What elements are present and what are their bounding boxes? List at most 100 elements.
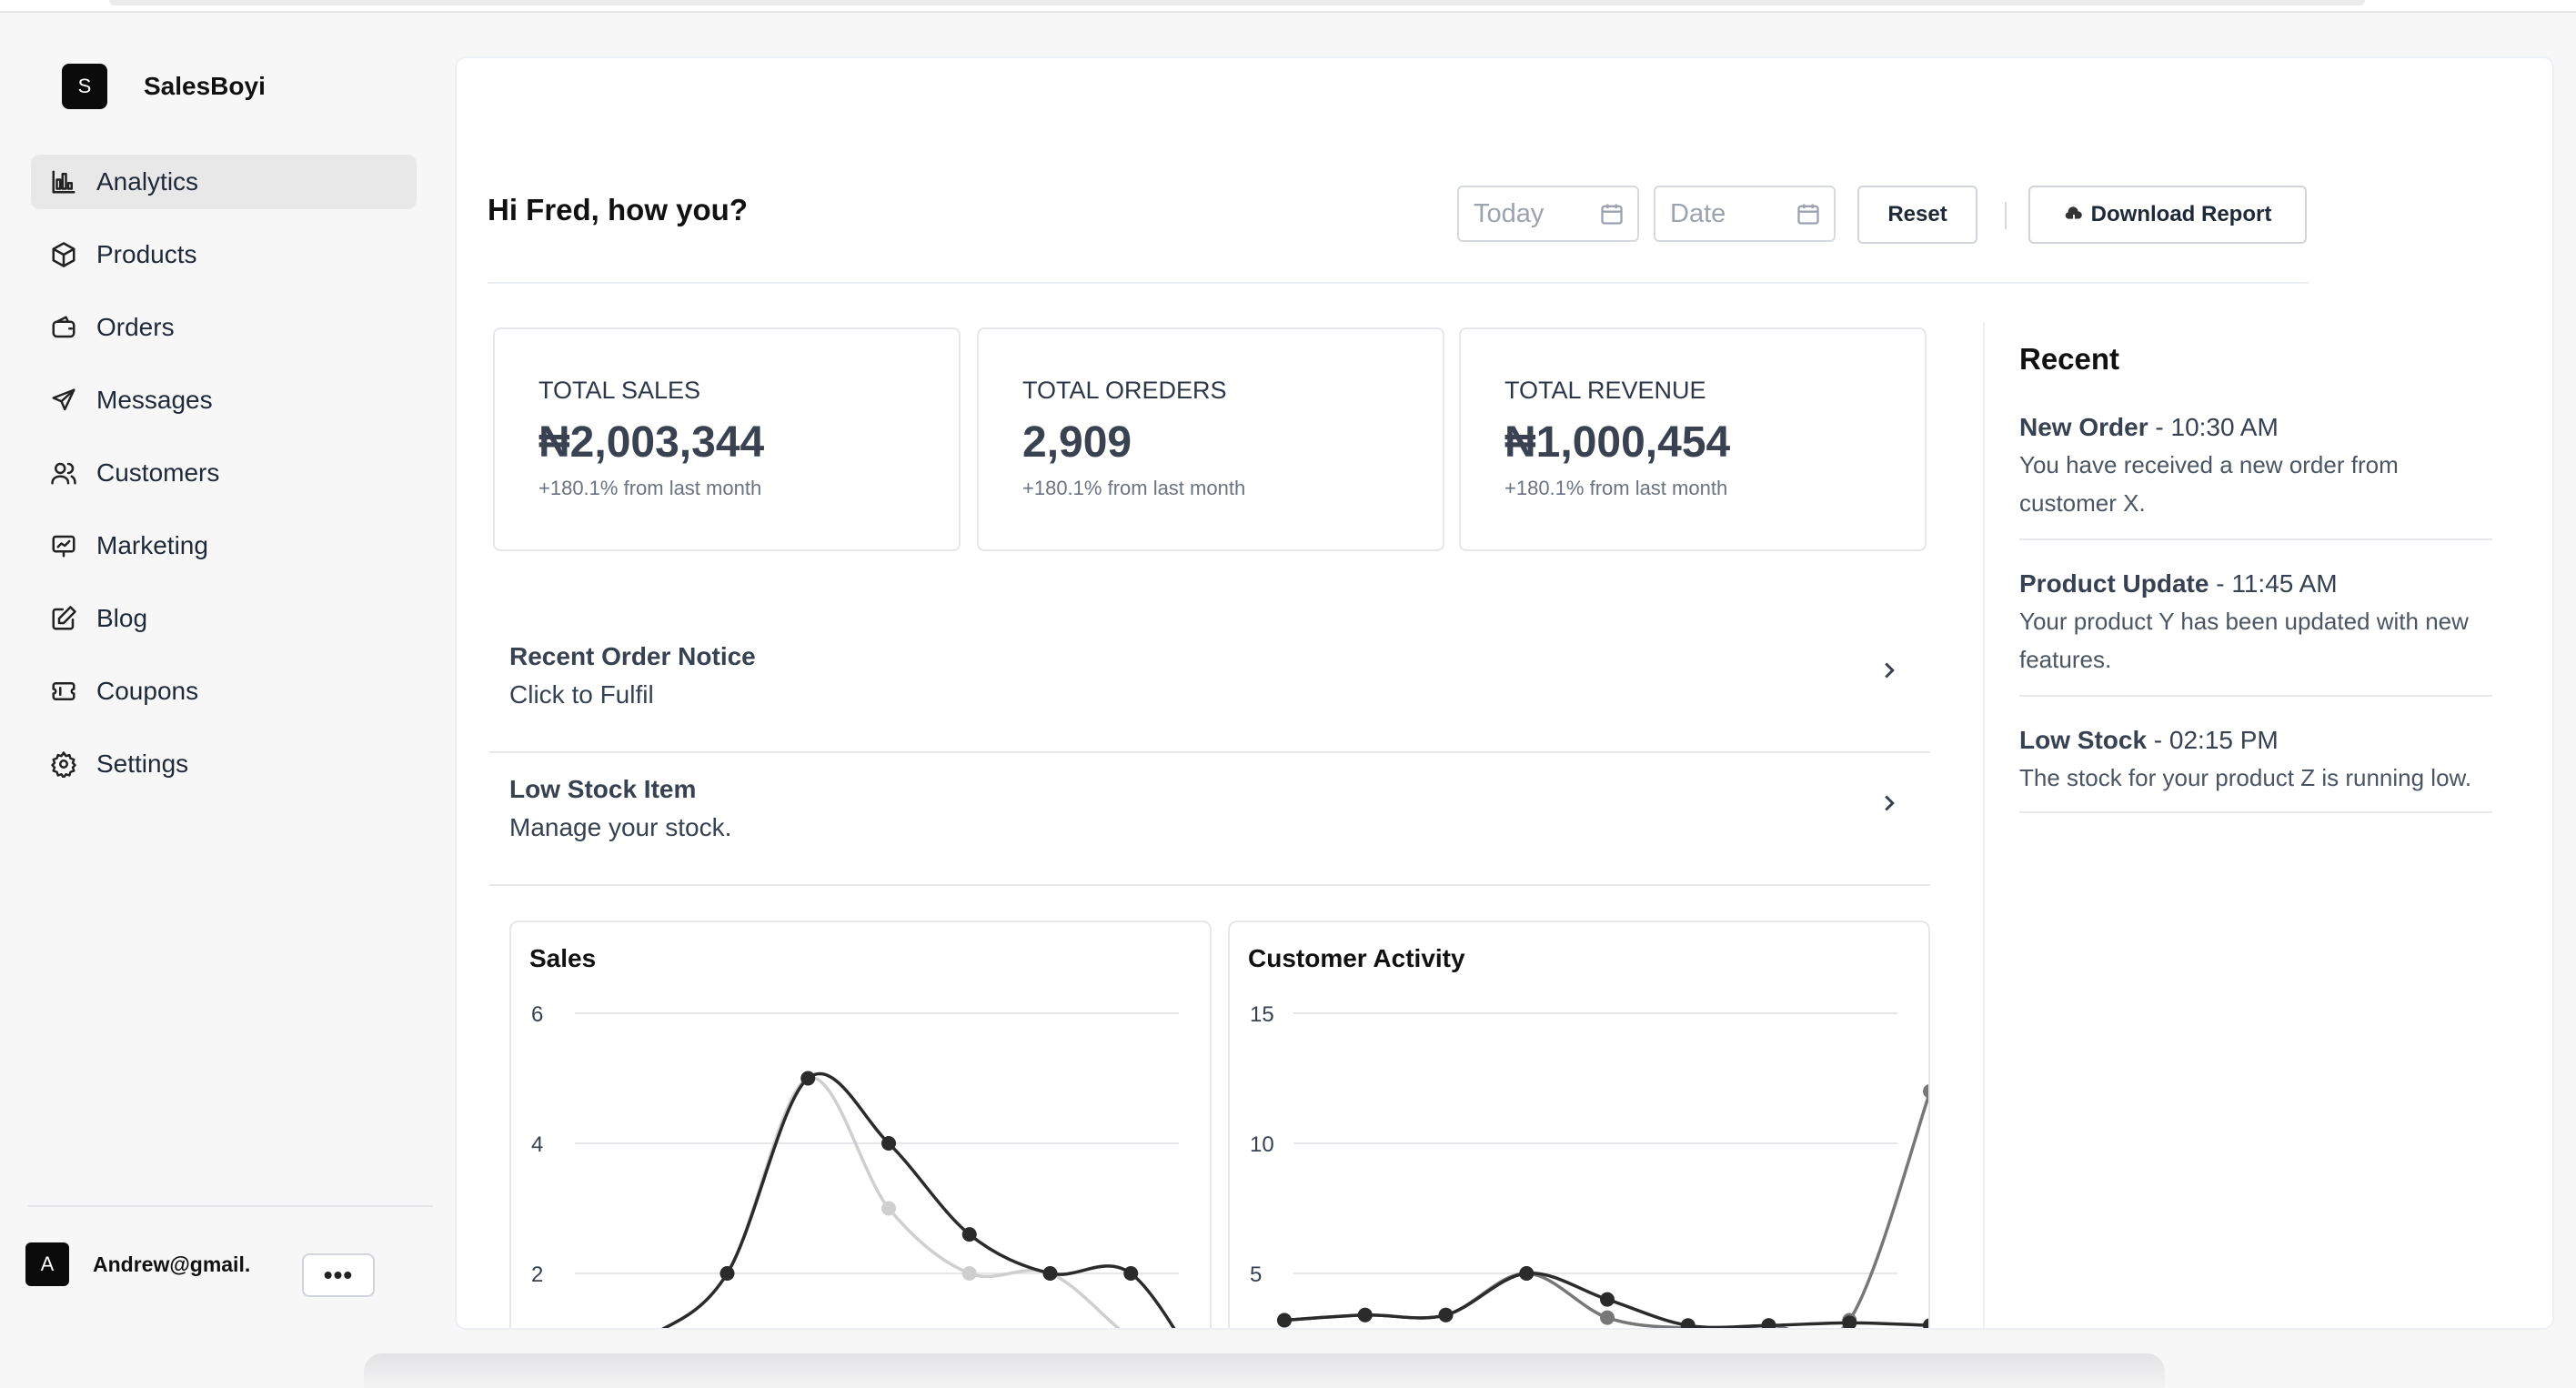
date-to-input[interactable]: Date <box>1654 186 1836 242</box>
calendar-icon <box>1601 204 1623 225</box>
data-point <box>1761 1318 1776 1328</box>
stat-value: ₦1,000,454 <box>1504 418 1731 467</box>
notice-subtitle: Click to Fulfil <box>509 680 654 709</box>
y-tick-label: 10 <box>1250 1132 1274 1157</box>
recent-item-type: Product Update <box>2019 569 2209 598</box>
page-title: Hi Fred, how you? <box>488 193 748 226</box>
data-point <box>1600 1310 1615 1325</box>
stat-card-total-orders: TOTAL OREDERS 2,909 +180.1% from last mo… <box>977 327 1444 551</box>
stat-label: TOTAL REVENUE <box>1504 377 1706 404</box>
data-point <box>881 1201 896 1216</box>
y-tick-label: 4 <box>531 1132 543 1157</box>
y-tick-label: 5 <box>1250 1262 1262 1287</box>
sidebar-item-label: Products <box>96 240 197 268</box>
notice-recent-order[interactable]: Recent Order Notice Click to Fulfil <box>489 622 1930 753</box>
data-point <box>1042 1266 1058 1281</box>
brand[interactable]: S SalesBoyi <box>62 64 266 109</box>
edit-icon <box>49 604 78 633</box>
data-point <box>1519 1266 1535 1281</box>
customer-activity-chart: 5 10 15 <box>1250 1002 1928 1328</box>
user-email: Andrew@gmail. <box>93 1252 251 1276</box>
user-profile[interactable]: A Andrew@gmail. <box>25 1242 250 1286</box>
wallet-icon <box>49 313 78 342</box>
data-point <box>1600 1292 1615 1307</box>
sidebar: S SalesBoyi Analytics Products Orders Me… <box>0 13 455 1350</box>
stat-label: TOTAL OREDERS <box>1022 377 1227 404</box>
gear-icon <box>49 749 78 779</box>
reset-button[interactable]: Reset <box>1857 186 1977 244</box>
users-icon <box>49 458 78 488</box>
sidebar-item-messages[interactable]: Messages <box>31 373 417 427</box>
sidebar-item-customers[interactable]: Customers <box>31 446 417 500</box>
recent-item-type: New Order <box>2019 413 2148 441</box>
sidebar-item-blog[interactable]: Blog <box>31 591 417 646</box>
recent-item[interactable]: Product Update - 11:45 AM Your product Y… <box>2019 569 2492 697</box>
sidebar-nav: Analytics Products Orders Messages Custo… <box>31 155 417 810</box>
ticket-icon <box>49 677 78 706</box>
brand-logo: S <box>62 64 107 109</box>
data-point <box>719 1266 735 1281</box>
chevron-right-icon <box>1876 790 1903 817</box>
notice-title: Low Stock Item <box>509 775 697 803</box>
recent-title: Recent <box>2019 342 2120 376</box>
send-icon <box>49 386 78 415</box>
sidebar-item-marketing[interactable]: Marketing <box>31 518 417 573</box>
customer-activity-chart-card: Customer Activity 5 10 15 <box>1228 920 1930 1328</box>
sidebar-item-label: Settings <box>96 749 189 778</box>
y-tick-label: 15 <box>1250 1002 1274 1027</box>
more-options-button[interactable]: ••• <box>302 1253 375 1297</box>
notice-title: Recent Order Notice <box>509 642 756 670</box>
recent-item-desc: The stock for your product Z is running … <box>2019 764 2472 791</box>
stat-change: +180.1% from last month <box>538 477 762 499</box>
data-point <box>961 1266 977 1281</box>
sidebar-item-label: Analytics <box>96 167 199 196</box>
data-point <box>881 1136 896 1151</box>
calendar-icon <box>1797 204 1819 225</box>
data-point <box>961 1227 977 1242</box>
avatar: A <box>25 1242 69 1286</box>
stat-value: 2,909 <box>1022 418 1132 467</box>
chevron-right-icon <box>1876 657 1903 684</box>
data-point <box>1277 1313 1292 1328</box>
recent-item-desc: Your product Y has been updated with new… <box>2019 608 2469 673</box>
header-divider <box>488 282 2309 284</box>
stat-label: TOTAL SALES <box>538 377 701 404</box>
y-tick-label: 6 <box>531 1002 543 1027</box>
recent-item-desc: You have received a new order from custo… <box>2019 451 2399 517</box>
sidebar-item-orders[interactable]: Orders <box>31 300 417 355</box>
sidebar-item-coupons[interactable]: Coupons <box>31 664 417 719</box>
recent-item-type: Low Stock <box>2019 726 2148 754</box>
sidebar-item-analytics[interactable]: Analytics <box>31 155 417 209</box>
recent-divider <box>1983 322 1985 1328</box>
notice-low-stock[interactable]: Low Stock Item Manage your stock. <box>489 755 1930 886</box>
data-point <box>1923 1084 1928 1099</box>
sidebar-divider <box>27 1205 433 1207</box>
sidebar-item-label: Coupons <box>96 677 199 705</box>
sidebar-item-label: Orders <box>96 313 175 341</box>
recent-item-time: 02:15 PM <box>2168 726 2279 754</box>
stat-change: +180.1% from last month <box>1504 477 1728 499</box>
window-bottom-edge <box>364 1353 2165 1388</box>
recent-item[interactable]: New Order - 10:30 AM You have received a… <box>2019 413 2492 540</box>
sidebar-item-settings[interactable]: Settings <box>31 737 417 791</box>
recent-item-time: 10:30 AM <box>2170 413 2279 441</box>
date-to-placeholder: Date <box>1670 198 1726 228</box>
data-point <box>1680 1318 1696 1328</box>
date-from-input[interactable]: Today <box>1457 186 1639 242</box>
sidebar-item-products[interactable]: Products <box>31 227 417 282</box>
data-point <box>1923 1318 1928 1328</box>
bar-chart-icon <box>49 167 78 196</box>
download-report-button[interactable]: Download Report <box>2028 186 2307 244</box>
main-panel: Hi Fred, how you? Today Date Reset Downl… <box>455 56 2554 1330</box>
data-point <box>1842 1315 1857 1328</box>
stat-change: +180.1% from last month <box>1022 477 1246 499</box>
notice-subtitle: Manage your stock. <box>509 813 732 841</box>
y-tick-label: 2 <box>531 1262 543 1287</box>
stat-card-total-sales: TOTAL SALES ₦2,003,344 +180.1% from last… <box>493 327 961 551</box>
sidebar-item-label: Messages <box>96 386 213 414</box>
cloud-download-icon <box>2064 205 2084 225</box>
sidebar-item-label: Customers <box>96 458 220 487</box>
recent-item[interactable]: Low Stock - 02:15 PM The stock for your … <box>2019 726 2492 813</box>
brand-name: SalesBoyi <box>144 72 266 100</box>
date-from-placeholder: Today <box>1474 198 1545 228</box>
